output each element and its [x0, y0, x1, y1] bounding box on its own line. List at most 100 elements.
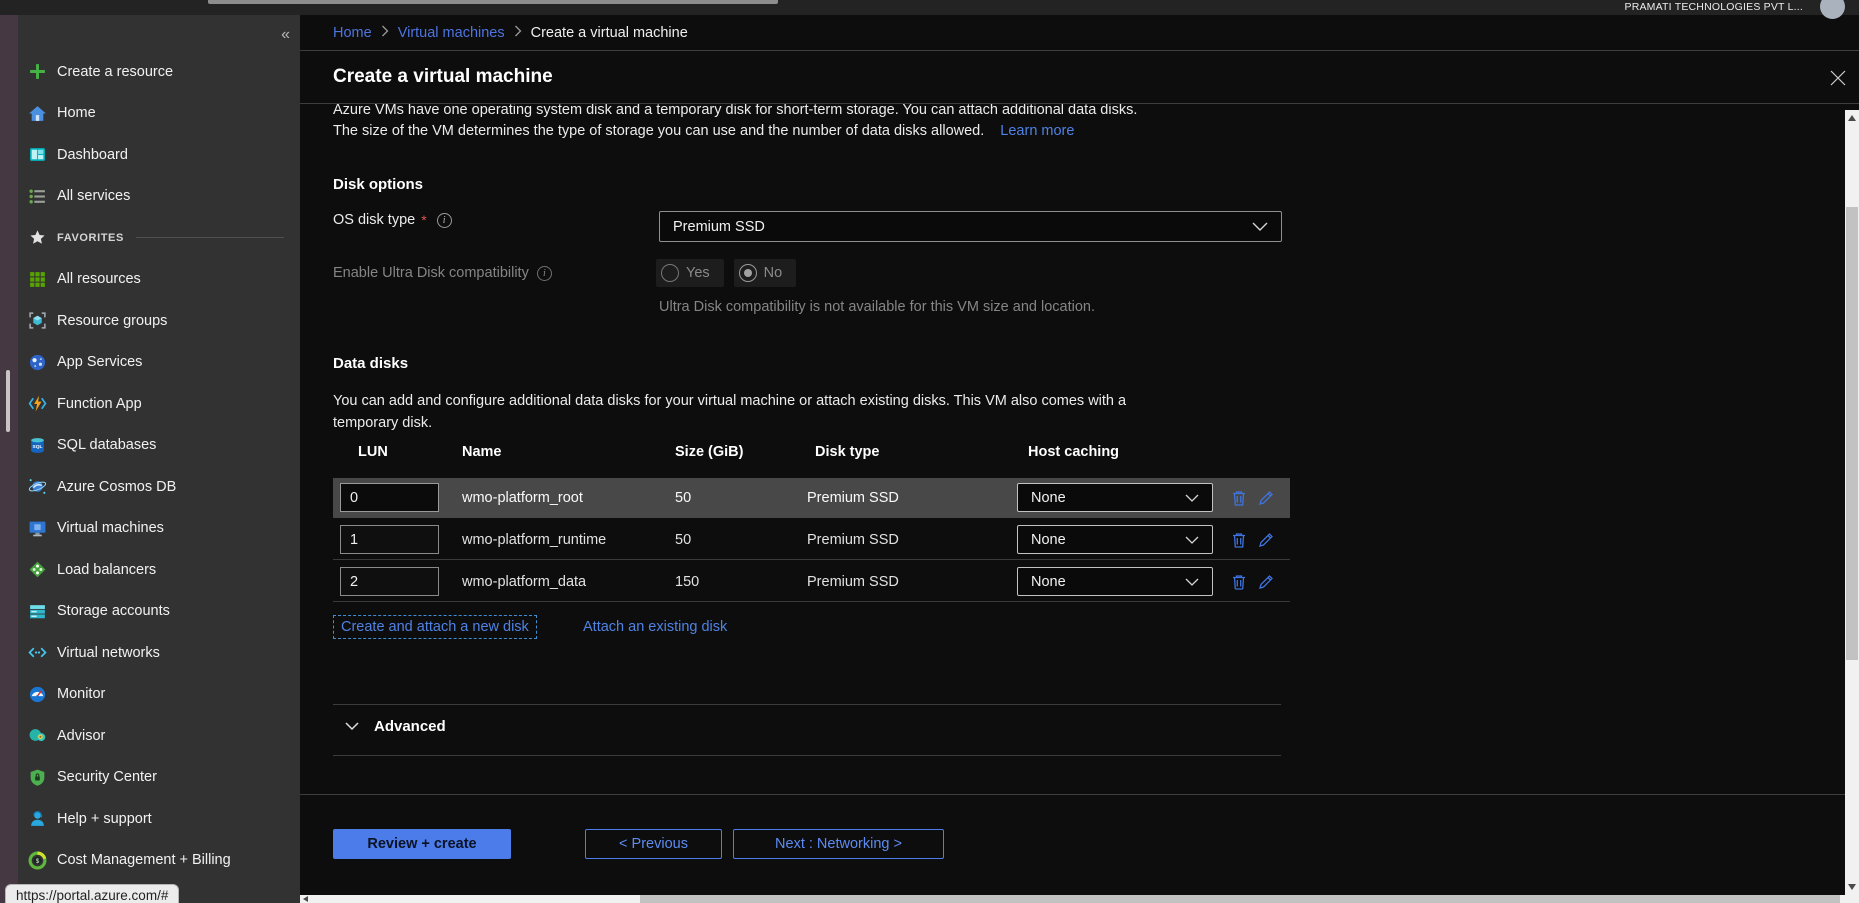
ultra-disk-radio-group: Yes No	[656, 259, 796, 287]
column-header-name: Name	[462, 444, 502, 460]
sidebar-item-azure-cosmos-db[interactable]: Azure Cosmos DB	[18, 466, 300, 508]
resource-groups-icon	[27, 311, 47, 331]
radio-no-label: No	[764, 265, 783, 281]
lun-input[interactable]	[340, 483, 439, 512]
chevron-right-icon	[514, 25, 522, 41]
delete-disk-icon[interactable]	[1230, 573, 1248, 591]
favorites-divider	[136, 237, 284, 238]
sidebar-item-sql-databases[interactable]: SQL SQL databases	[18, 425, 300, 467]
breadcrumb-current: Create a virtual machine	[531, 25, 688, 41]
info-icon[interactable]: i	[437, 213, 452, 228]
chevron-down-icon	[1185, 578, 1199, 586]
edit-disk-icon[interactable]	[1257, 531, 1275, 549]
window-edge-strip	[0, 15, 18, 903]
learn-more-link[interactable]: Learn more	[1000, 123, 1074, 139]
sidebar-item-function-app[interactable]: Function App	[18, 383, 300, 425]
advanced-section-toggle[interactable]: Advanced	[345, 718, 446, 735]
sidebar-item-create-a-resource[interactable]: Create a resource	[18, 51, 300, 93]
app-services-icon	[27, 352, 47, 372]
breadcrumb-home-link[interactable]: Home	[333, 25, 372, 41]
sidebar-item-dashboard[interactable]: Dashboard	[18, 134, 300, 176]
radio-option-yes[interactable]: Yes	[656, 259, 724, 287]
ultra-disk-note: Ultra Disk compatibility is not availabl…	[659, 299, 1095, 315]
sidebar-item-all-resources[interactable]: All resources	[18, 259, 300, 301]
sidebar-item-cost-management[interactable]: $ Cost Management + Billing	[18, 840, 300, 882]
sidebar-item-monitor[interactable]: Monitor	[18, 674, 300, 716]
sidebar-item-home[interactable]: Home	[18, 93, 300, 135]
breadcrumb-virtual-machines-link[interactable]: Virtual machines	[398, 25, 505, 41]
disk-name: wmo-platform_root	[462, 478, 583, 518]
attach-existing-disk-link[interactable]: Attach an existing disk	[583, 619, 727, 635]
sidebar: « Create a resource Home Dashboard All s…	[18, 15, 300, 903]
data-disk-row: wmo-platform_runtime 50 Premium SSD None	[333, 520, 1290, 560]
ultra-disk-label-row: Enable Ultra Disk compatibility i	[333, 265, 552, 281]
blade-footer: Review + create < Previous Next : Networ…	[300, 794, 1859, 903]
sidebar-item-storage-accounts[interactable]: Storage accounts	[18, 591, 300, 633]
monitor-icon	[27, 684, 47, 704]
host-caching-select[interactable]: None	[1017, 483, 1213, 512]
previous-button[interactable]: < Previous	[585, 829, 722, 859]
delete-disk-icon[interactable]	[1230, 489, 1248, 507]
edit-disk-icon[interactable]	[1257, 489, 1275, 507]
sidebar-collapse-button[interactable]: «	[281, 26, 290, 44]
virtual-networks-icon	[27, 643, 47, 663]
disk-size: 50	[675, 478, 691, 518]
host-caching-select[interactable]: None	[1017, 525, 1213, 554]
close-icon[interactable]	[1829, 69, 1847, 87]
sidebar-item-load-balancers[interactable]: Load balancers	[18, 549, 300, 591]
review-create-button[interactable]: Review + create	[333, 829, 511, 859]
tenant-name: PRAMATI TECHNOLOGIES PVT L...	[1624, 1, 1803, 13]
lun-input[interactable]	[340, 567, 439, 596]
data-disk-row: wmo-platform_data 150 Premium SSD None	[333, 562, 1290, 602]
radio-option-no[interactable]: No	[734, 259, 797, 287]
horizontal-scrollbar[interactable]	[300, 895, 1859, 903]
next-networking-button[interactable]: Next : Networking >	[733, 829, 944, 859]
scroll-left-arrow-icon[interactable]	[303, 896, 308, 902]
all-services-icon	[27, 186, 47, 206]
disk-type: Premium SSD	[807, 562, 899, 602]
sidebar-items: Create a resource Home Dashboard All ser…	[18, 15, 300, 881]
sidebar-item-security-center[interactable]: Security Center	[18, 757, 300, 799]
sidebar-item-help-support[interactable]: Help + support	[18, 798, 300, 840]
disk-type: Premium SSD	[807, 520, 899, 560]
horizontal-scrollbar-thumb[interactable]	[640, 895, 1840, 903]
disk-size: 50	[675, 520, 691, 560]
disk-name: wmo-platform_data	[462, 562, 586, 602]
sidebar-item-virtual-networks[interactable]: Virtual networks	[18, 632, 300, 674]
security-center-icon	[27, 767, 47, 787]
intro-line-1: Azure VMs have one operating system disk…	[333, 104, 1137, 121]
sidebar-item-resource-groups[interactable]: Resource groups	[18, 300, 300, 342]
vertical-scrollbar-thumb[interactable]	[1846, 207, 1858, 660]
lun-input[interactable]	[340, 525, 439, 554]
sidebar-item-virtual-machines[interactable]: Virtual machines	[18, 508, 300, 550]
chevron-down-icon	[1185, 536, 1199, 544]
scroll-down-arrow-icon[interactable]	[1848, 884, 1856, 890]
sidebar-item-app-services[interactable]: App Services	[18, 342, 300, 384]
vertical-scrollbar[interactable]	[1845, 110, 1859, 895]
divider	[333, 755, 1281, 756]
plus-icon	[27, 62, 47, 82]
disk-type: Premium SSD	[807, 478, 899, 518]
sidebar-item-advisor[interactable]: Advisor	[18, 715, 300, 757]
load-balancers-icon	[27, 560, 47, 580]
advanced-label: Advanced	[374, 718, 446, 735]
home-icon	[27, 103, 47, 123]
intro-text: Azure VMs have one operating system disk…	[333, 104, 1137, 142]
create-and-attach-new-disk-link[interactable]: Create and attach a new disk	[333, 615, 537, 639]
host-caching-select[interactable]: None	[1017, 567, 1213, 596]
svg-text:SQL: SQL	[32, 444, 42, 450]
delete-disk-icon[interactable]	[1230, 531, 1248, 549]
os-disk-type-select[interactable]: Premium SSD	[659, 211, 1282, 242]
edge-highlight	[6, 370, 10, 432]
storage-accounts-icon	[27, 601, 47, 621]
browser-tab-strip	[208, 0, 778, 4]
cost-management-icon: $	[27, 850, 47, 870]
sidebar-item-all-services[interactable]: All services	[18, 176, 300, 218]
chevron-down-icon	[1252, 222, 1268, 231]
breadcrumb: Home Virtual machines Create a virtual m…	[300, 15, 1859, 51]
azure-portal-screen: PRAMATI TECHNOLOGIES PVT L... « Create a…	[0, 0, 1859, 903]
edit-disk-icon[interactable]	[1257, 573, 1275, 591]
scroll-up-arrow-icon[interactable]	[1848, 115, 1856, 121]
info-icon[interactable]: i	[537, 266, 552, 281]
disk-options-heading: Disk options	[333, 176, 423, 193]
